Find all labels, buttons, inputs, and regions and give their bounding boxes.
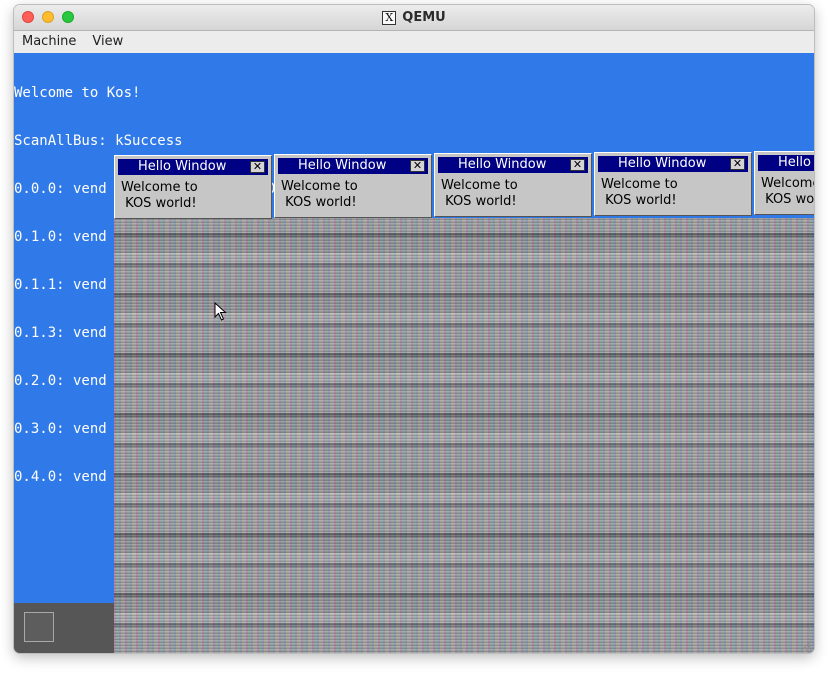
hello-window[interactable]: Hello Window ✕ Welcome to KOS world! <box>594 152 752 216</box>
hello-window-titlebar[interactable]: Hello Window ✕ <box>438 157 588 173</box>
titlebar[interactable]: X QEMU <box>14 5 814 31</box>
x11-icon: X <box>382 10 397 25</box>
resize-grip-icon[interactable] <box>800 639 812 651</box>
menu-view[interactable]: View <box>84 31 131 53</box>
hello-window[interactable]: Hello Window ✕ Welcome to KOS world! <box>434 153 592 217</box>
hello-window-titlebar[interactable]: Hello Window ✕ <box>278 158 428 174</box>
close-icon[interactable]: ✕ <box>250 161 265 173</box>
taskbar-button[interactable] <box>24 612 54 642</box>
hello-window-title: Hello Window <box>138 159 227 174</box>
hello-window-message: Welcome to KOS world! <box>281 179 358 210</box>
hello-window-title: Hello Window <box>778 155 814 170</box>
hello-window-title: Hello Window <box>618 156 707 171</box>
hello-window[interactable]: Hello Window ✕ Welcome to KOS world! <box>754 151 814 215</box>
qemu-window: X QEMU Machine View Welcome to Kos! Scan… <box>14 5 814 653</box>
hello-window-message: Welcome to KOS world! <box>121 180 198 211</box>
guest-screen[interactable]: Welcome to Kos! ScanAllBus: kSuccess 0.0… <box>14 53 814 653</box>
hello-window-titlebar[interactable]: Hello Window ✕ <box>598 156 748 172</box>
mouse-cursor-icon <box>214 302 227 321</box>
close-icon[interactable]: ✕ <box>410 160 425 172</box>
hello-window-titlebar[interactable]: Hello Window ✕ <box>758 155 814 171</box>
hello-window-message: Welcome to KOS world! <box>441 178 518 209</box>
garbled-framebuffer-area <box>114 218 814 653</box>
close-icon[interactable]: ✕ <box>570 159 585 171</box>
hello-window-title: Hello Window <box>458 157 547 172</box>
console-line: ScanAllBus: kSuccess <box>14 133 183 149</box>
window-title: QEMU <box>402 10 446 25</box>
window-title-group: X QEMU <box>14 5 814 30</box>
console-line: Welcome to Kos! <box>14 85 141 101</box>
hello-window[interactable]: Hello Window ✕ Welcome to KOS world! <box>114 155 272 219</box>
menu-machine[interactable]: Machine <box>14 31 84 53</box>
hello-window-title: Hello Window <box>298 158 387 173</box>
menubar: Machine View <box>14 31 814 54</box>
hello-window-titlebar[interactable]: Hello Window ✕ <box>118 159 268 175</box>
hello-window[interactable]: Hello Window ✕ Welcome to KOS world! <box>274 154 432 218</box>
close-icon[interactable]: ✕ <box>730 158 745 170</box>
hello-window-message: Welcome to KOS world! <box>761 176 814 207</box>
hello-window-message: Welcome to KOS world! <box>601 177 678 208</box>
